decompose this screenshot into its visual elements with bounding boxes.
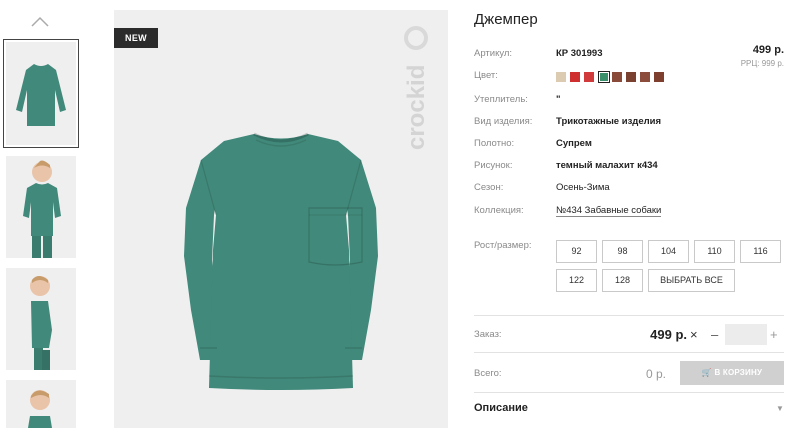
attr-value: Супрем bbox=[556, 138, 592, 149]
recommended-price: РРЦ: 999 р. bbox=[740, 59, 784, 68]
thumbnail-model-back-image bbox=[28, 390, 52, 428]
size-option-122[interactable]: 122 bbox=[556, 269, 597, 292]
color-swatch[interactable] bbox=[598, 71, 610, 83]
size-option-98[interactable]: 98 bbox=[602, 240, 643, 263]
thumbnail-2[interactable] bbox=[6, 156, 76, 258]
thumbnail-3[interactable] bbox=[6, 268, 76, 370]
thumbnail-model-front-image bbox=[23, 160, 61, 258]
color-swatch[interactable] bbox=[556, 72, 566, 82]
quantity-increase-button[interactable]: + bbox=[770, 327, 778, 342]
color-swatch[interactable] bbox=[640, 72, 650, 82]
attr-value: Трикотажные изделия bbox=[556, 116, 662, 127]
main-product-image[interactable]: NEW crockid bbox=[114, 10, 448, 428]
attr-label: Рисунок: bbox=[474, 160, 513, 171]
attr-label: Коллекция: bbox=[474, 205, 524, 216]
select-all-sizes-button[interactable]: ВЫБРАТЬ ВСЕ bbox=[648, 269, 735, 292]
cart-icon: 🛒 bbox=[701, 368, 713, 377]
collection-link[interactable]: №434 Забавные собаки bbox=[556, 205, 662, 217]
add-to-cart-label: В КОРЗИНУ bbox=[714, 368, 763, 377]
color-swatch[interactable] bbox=[654, 72, 664, 82]
size-option-116[interactable]: 116 bbox=[740, 240, 781, 263]
divider bbox=[474, 392, 784, 393]
attr-label: Сезон: bbox=[474, 182, 504, 193]
size-option-128[interactable]: 128 bbox=[602, 269, 643, 292]
chevron-down-icon[interactable]: ▼ bbox=[776, 404, 784, 413]
thumbnail-1[interactable] bbox=[3, 39, 79, 148]
color-swatch[interactable] bbox=[570, 72, 580, 82]
thumbnail-4[interactable] bbox=[6, 380, 76, 428]
chevron-up-icon[interactable] bbox=[30, 14, 50, 28]
attr-label: Артикул: bbox=[474, 48, 513, 59]
description-toggle[interactable]: Описание bbox=[474, 402, 528, 414]
divider bbox=[474, 315, 784, 316]
attr-label: Вид изделия: bbox=[474, 116, 533, 127]
attr-value: КР 301993 bbox=[556, 48, 603, 59]
attr-label: Утеплитель: bbox=[474, 94, 528, 105]
color-swatch[interactable] bbox=[626, 72, 636, 82]
attr-value: " bbox=[556, 94, 561, 105]
total-label: Всего: bbox=[474, 368, 502, 379]
times-icon: × bbox=[690, 327, 698, 342]
product-price: 499 р. bbox=[752, 44, 784, 56]
divider bbox=[474, 352, 784, 353]
size-option-104[interactable]: 104 bbox=[648, 240, 689, 263]
size-option-110[interactable]: 110 bbox=[694, 240, 735, 263]
color-swatch[interactable] bbox=[612, 72, 622, 82]
order-price: 499 р. bbox=[650, 327, 687, 342]
attr-value: темный малахит к434 bbox=[556, 160, 658, 171]
color-swatch[interactable] bbox=[584, 72, 594, 82]
product-title: Джемпер bbox=[474, 11, 538, 28]
thumbnail-model-side-image bbox=[30, 276, 52, 370]
attr-label: Полотно: bbox=[474, 138, 515, 149]
size-option-92[interactable]: 92 bbox=[556, 240, 597, 263]
size-label: Рост/размер: bbox=[474, 240, 532, 251]
sweater-image bbox=[184, 132, 378, 390]
total-value: 0 р. bbox=[645, 367, 666, 381]
thumbnail-gallery bbox=[0, 0, 82, 428]
quantity-decrease-button[interactable]: – bbox=[711, 327, 718, 342]
attr-label: Цвет: bbox=[474, 70, 498, 81]
add-to-cart-button[interactable]: 🛒 В КОРЗИНУ bbox=[680, 361, 784, 385]
attr-value: Осень-Зима bbox=[556, 182, 610, 193]
thumbnail-shirt-image bbox=[16, 64, 66, 126]
order-label: Заказ: bbox=[474, 329, 502, 340]
quantity-input[interactable] bbox=[725, 324, 767, 345]
